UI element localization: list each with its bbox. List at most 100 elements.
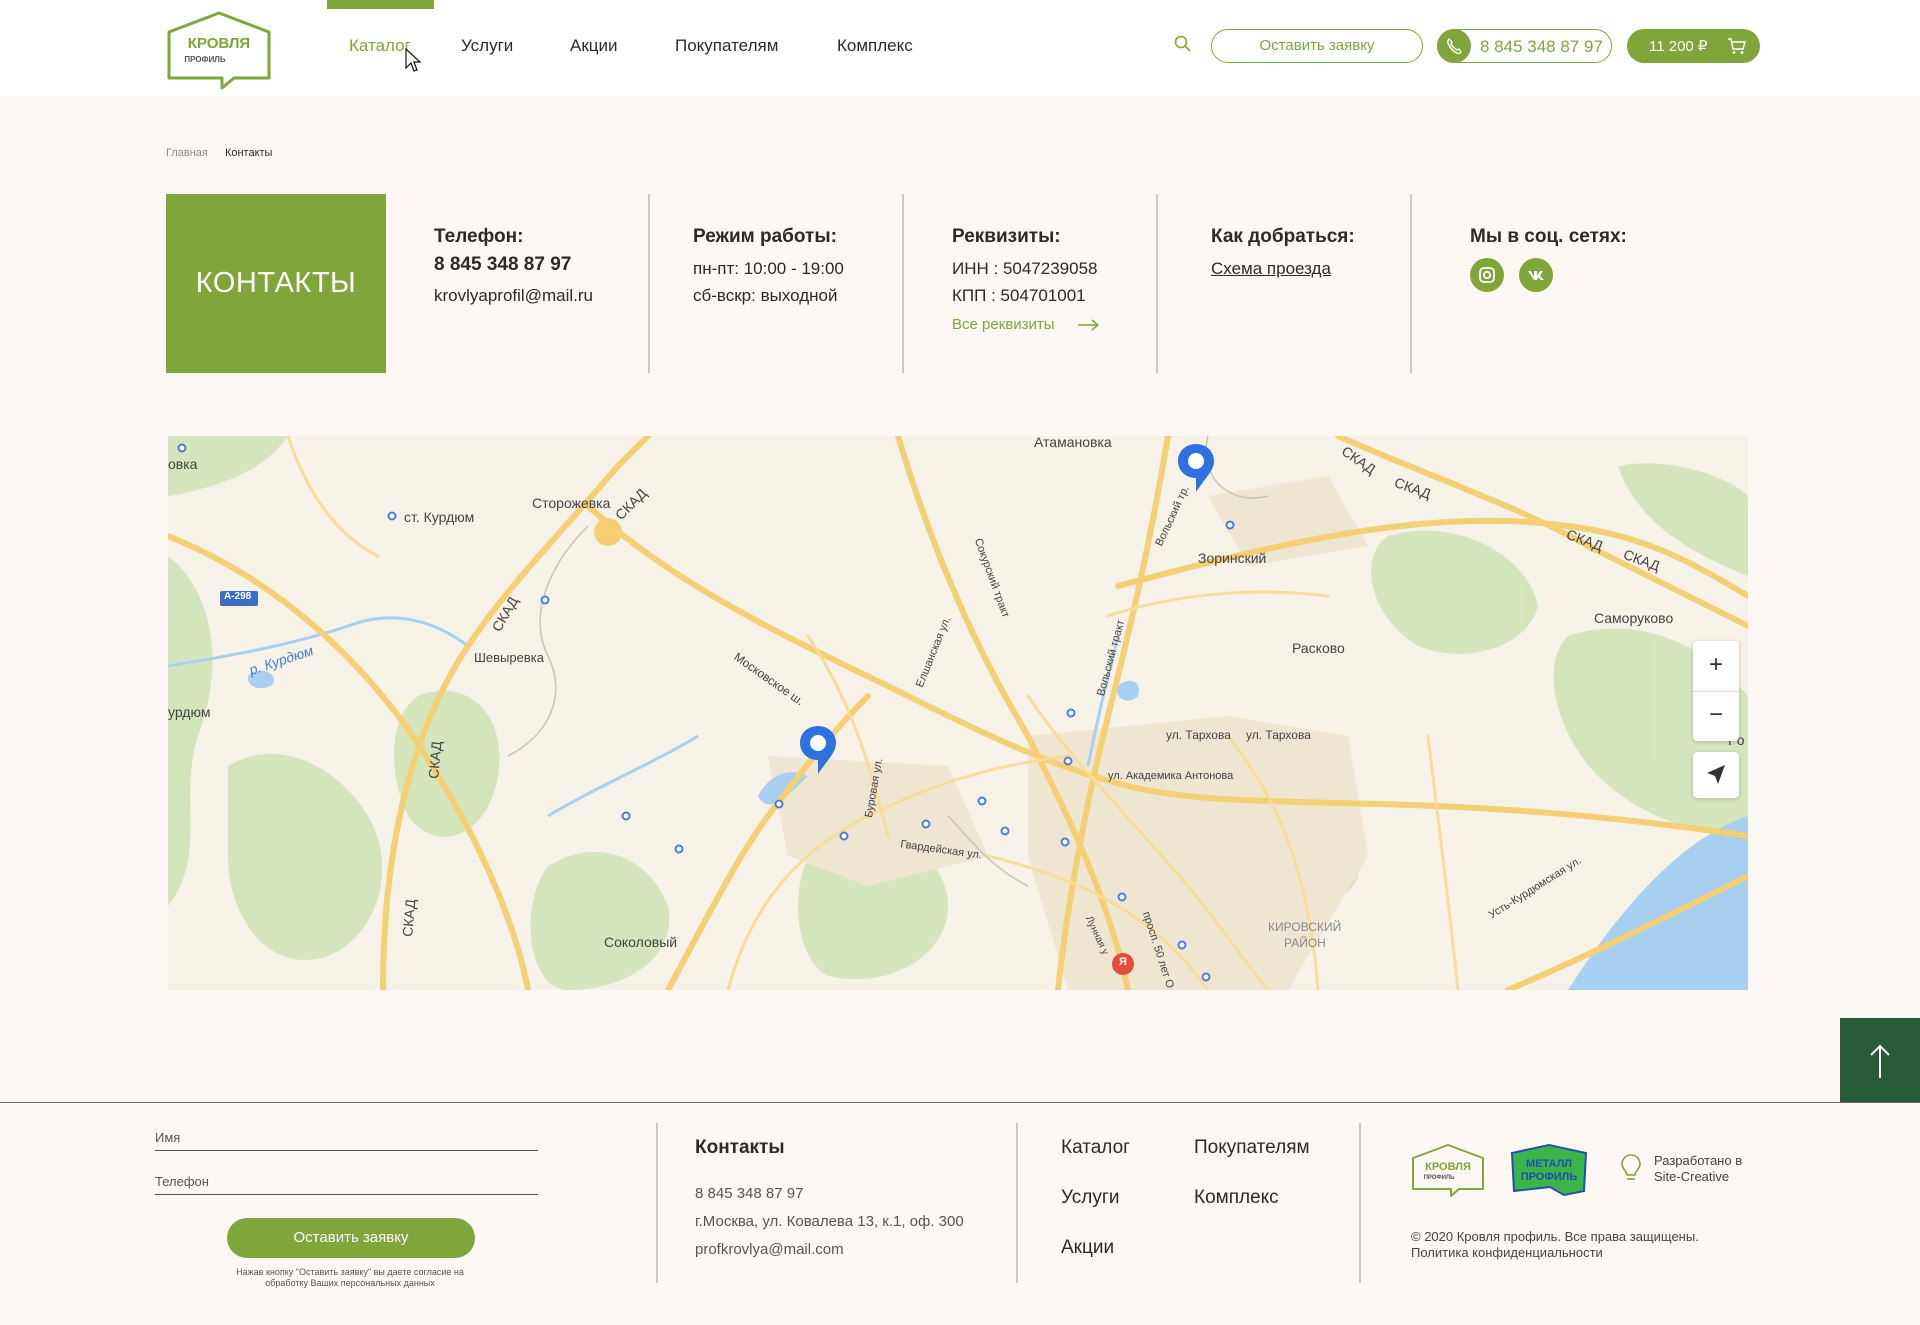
arrow-up-icon [1870, 1044, 1890, 1078]
requisites-kpp: КПП : 504701001 [952, 286, 1086, 305]
breadcrumb-home[interactable]: Главная [166, 147, 208, 159]
svg-text:МЕТАЛЛ: МЕТАЛЛ [1526, 1158, 1572, 1170]
footer-email[interactable]: profkrovlya@mail.com [695, 1241, 844, 1258]
directions-link[interactable]: Схема проезда [1211, 259, 1331, 279]
map-label: СКАД [425, 740, 445, 780]
footer-phone[interactable]: 8 845 348 87 97 [695, 1185, 803, 1202]
vk-button[interactable] [1519, 258, 1553, 292]
copyright: © 2020 Кровля профиль. Все права защищен… [1411, 1229, 1699, 1244]
breadcrumb: Главная Контакты [166, 147, 272, 159]
map-label: Соколовый [604, 934, 678, 950]
phone-number: 8 845 348 87 97 [1480, 37, 1603, 56]
map-label: ул. Тархова [1246, 728, 1311, 742]
cart-button[interactable]: 11 200 ₽ [1627, 29, 1760, 63]
arrow-right-icon [1078, 319, 1100, 331]
social-title: Мы в соц. сетях: [1470, 226, 1627, 247]
yandex-logo[interactable]: Я [1119, 956, 1127, 968]
footer-nav-buyers[interactable]: Покупателям [1194, 1137, 1310, 1159]
map-label: ул. Тархова [1166, 728, 1231, 742]
name-field-label: Имя [155, 1130, 181, 1145]
requisites-inn: ИНН : 5047239058 [952, 259, 1098, 278]
map-label: КИРОВСКИЙ [1268, 920, 1342, 934]
contacts-email[interactable]: krovlyaprofil@mail.ru [434, 286, 593, 306]
cart-total: 11 200 ₽ [1649, 38, 1708, 55]
map-label: Зоринский [1198, 550, 1267, 566]
divider [1156, 194, 1158, 373]
all-requisites-link[interactable]: Все реквизиты [952, 316, 1100, 334]
phone-icon [1437, 29, 1471, 63]
phone-title: Телефон: [434, 226, 524, 247]
footer-address: г.Москва, ул. Ковалева 13, к.1, оф. 300 [695, 1213, 964, 1230]
zoom-out-button[interactable]: − [1693, 691, 1739, 741]
hours-title: Режим работы: [693, 226, 837, 247]
map-label: урдюм [168, 704, 211, 720]
kroviya-profil-logo[interactable]: КРОВЛЯ ПРОФИЛЬ [166, 10, 272, 90]
site-footer: Имя Телефон Оставить заявку Нажав кнопку… [0, 1103, 1920, 1325]
zoom-in-button[interactable]: + [1693, 641, 1739, 691]
phone-input[interactable] [155, 1194, 538, 1195]
divider [902, 194, 904, 373]
name-input[interactable] [155, 1150, 538, 1151]
cart-icon [1728, 38, 1746, 54]
scroll-to-top-button[interactable] [1840, 1018, 1920, 1102]
yandex-map[interactable]: Атамановка ст. Курдюм Сторожевка СКАД СК… [168, 436, 1748, 990]
breadcrumb-current: Контакты [224, 147, 273, 159]
footer-contacts-title: Контакты [695, 1137, 785, 1158]
nav-item-complex[interactable]: Комплекс [837, 36, 913, 56]
map-zoom-control: + − [1693, 641, 1739, 741]
map-label: Сторожевка [532, 495, 611, 511]
map-label: РАЙОН [1284, 936, 1326, 950]
hours-weekdays: пн-пт: 10:00 - 19:00 [693, 259, 844, 278]
footer-nav-promos[interactable]: Акции [1061, 1237, 1114, 1259]
road-badge: А-298 [224, 591, 252, 602]
footer-nav-complex[interactable]: Комплекс [1194, 1187, 1279, 1209]
nav-item-catalog[interactable]: Каталог [349, 36, 411, 56]
footer-nav-catalog[interactable]: Каталог [1061, 1137, 1130, 1159]
map-label: Атамановка [1034, 436, 1112, 450]
divider [1410, 194, 1412, 373]
svg-text:ПРОФИЛЬ: ПРОФИЛЬ [1424, 1175, 1456, 1181]
divider [1016, 1123, 1018, 1283]
all-requisites-label: Все реквизиты [952, 316, 1055, 333]
map-label: овка [168, 456, 198, 472]
search-icon[interactable] [1174, 35, 1192, 53]
map-label: Шевыревка [474, 650, 544, 665]
divider [656, 1123, 658, 1283]
location-arrow-icon [1707, 765, 1725, 784]
geolocation-button[interactable] [1693, 752, 1739, 798]
developer-line1: Разработано в [1654, 1153, 1743, 1168]
privacy-policy-link[interactable]: Политика конфиденциальности [1411, 1245, 1603, 1261]
directions-title: Как добраться: [1211, 226, 1355, 247]
map-label: ул. Академика Антонова [1108, 770, 1234, 782]
nav-item-buyers[interactable]: Покупателям [675, 36, 778, 56]
site-header: КРОВЛЯ ПРОФИЛЬ Каталог Услуги Акции Поку… [0, 0, 1920, 96]
metall-profil-logo[interactable]: МЕТАЛЛ ПРОФИЛЬ [1510, 1143, 1588, 1197]
svg-text:ПРОФИЛЬ: ПРОФИЛЬ [184, 55, 225, 64]
svg-text:КРОВЛЯ: КРОВЛЯ [188, 35, 250, 52]
mouse-cursor-icon [405, 48, 421, 72]
consent-note: Нажав кнопку "Оставить заявку" вы даете … [236, 1267, 464, 1288]
phone-button[interactable]: 8 845 348 87 97 [1437, 29, 1612, 63]
developer-link[interactable]: Site-Creative [1654, 1169, 1729, 1185]
hours-weekend: сб-вскр: выходной [693, 286, 838, 305]
contacts-phone[interactable]: 8 845 348 87 97 [434, 254, 571, 276]
kroviya-profil-logo[interactable]: КРОВЛЯ ПРОФИЛЬ [1411, 1143, 1485, 1199]
leave-request-button[interactable]: Оставить заявку [1211, 29, 1423, 63]
nav-item-services[interactable]: Услуги [461, 36, 513, 56]
map-label: Саморуково [1594, 610, 1674, 626]
footer-nav-services[interactable]: Услуги [1061, 1187, 1119, 1209]
map-label: Расково [1292, 640, 1345, 656]
footer-submit-button[interactable]: Оставить заявку [227, 1218, 475, 1258]
map-label: ст. Курдюм [404, 509, 475, 525]
map-label: СКАД [399, 898, 419, 938]
instagram-icon [1479, 267, 1495, 283]
instagram-button[interactable] [1470, 258, 1504, 292]
svg-text:ПРОФИЛЬ: ПРОФИЛЬ [1521, 1171, 1578, 1183]
divider [648, 194, 650, 373]
page-title: КОНТАКТЫ [166, 194, 386, 373]
requisites-title: Реквизиты: [952, 226, 1061, 247]
vk-icon [1528, 271, 1544, 280]
site-creative-icon [1621, 1154, 1641, 1180]
phone-field-label: Телефон [155, 1174, 209, 1189]
nav-item-promos[interactable]: Акции [570, 36, 618, 56]
